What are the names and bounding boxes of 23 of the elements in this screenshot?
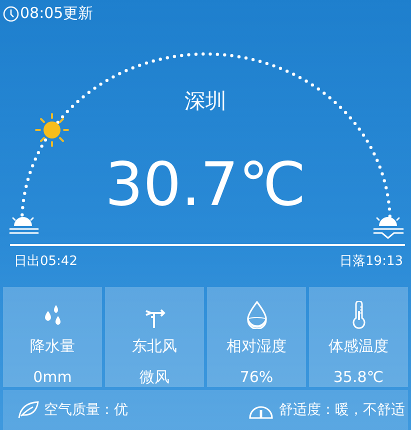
stat-label: 降水量 — [30, 337, 75, 356]
temperature: 30.7℃ — [104, 155, 307, 215]
sunrise-time: 日出05:42 — [14, 253, 78, 270]
air-quality: 空气质量：优 — [44, 401, 128, 419]
comfort-level: 舒适度：暖，不舒适 — [279, 401, 405, 419]
sunset-time: 日落19:13 — [340, 253, 403, 270]
city-name: 深圳 — [184, 88, 228, 115]
wind-vane-icon — [144, 307, 166, 329]
water-drop-icon — [246, 301, 268, 329]
sun-icon — [35, 113, 69, 147]
stat-value: 76% — [240, 368, 274, 386]
clock-icon — [3, 6, 19, 22]
leaf-icon — [17, 401, 39, 419]
stat-value: 35.8℃ — [333, 368, 384, 386]
stat-value: 0mm — [33, 368, 72, 386]
thermometer-icon — [352, 301, 366, 329]
stat-label: 东北风 — [132, 337, 177, 356]
update-time: 08:05更新 — [20, 4, 94, 23]
sunset-icon — [373, 217, 404, 239]
sunrise-icon — [9, 217, 39, 234]
stat-label: 相对湿度 — [226, 337, 286, 356]
stat-value: 微风 — [140, 368, 170, 387]
stat-label: 体感温度 — [328, 337, 388, 356]
